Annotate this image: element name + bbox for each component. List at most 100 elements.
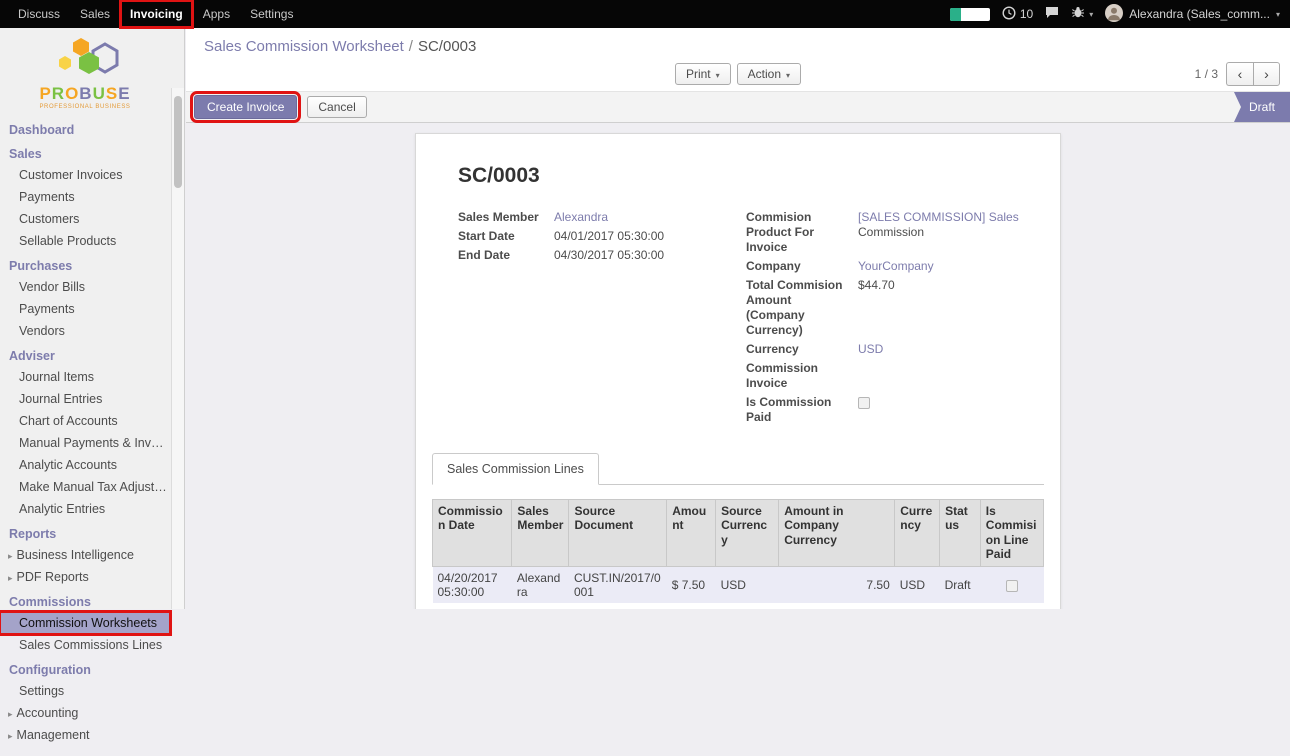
topbar-menu-apps[interactable]: Apps xyxy=(193,0,240,28)
table-row[interactable]: 04/20/2017 05:30:00AlexandraCUST.IN/2017… xyxy=(433,566,1044,603)
create-invoice-button[interactable]: Create Invoice xyxy=(194,95,297,119)
field-value[interactable]: [SALES COMMISSION] SalesCommission xyxy=(858,210,1019,240)
breadcrumb-parent[interactable]: Sales Commission Worksheet xyxy=(204,38,404,55)
sidebar-item-settings[interactable]: Settings xyxy=(0,680,170,702)
logo-text: PROBUSE xyxy=(0,85,170,102)
sidebar-item-label: Journal Entries xyxy=(19,392,102,406)
field-value: 04/01/2017 05:30:00 xyxy=(554,229,664,244)
field-value[interactable]: Alexandra xyxy=(554,210,608,225)
field-value[interactable]: USD xyxy=(858,342,883,357)
sidebar-item-journal-entries[interactable]: Journal Entries xyxy=(0,388,170,410)
sidebar-item-analytic-accounts[interactable]: Analytic Accounts xyxy=(0,454,170,476)
bug-icon xyxy=(1071,6,1085,22)
sidebar-item-label: Sellable Products xyxy=(19,234,116,248)
sidebar-section-commissions[interactable]: Commissions xyxy=(0,588,170,612)
tab-sales-commission-lines[interactable]: Sales Commission Lines xyxy=(432,453,599,485)
sidebar-section-configuration[interactable]: Configuration xyxy=(0,656,170,680)
checkbox-unchecked xyxy=(1006,580,1018,592)
sidebar-item-make-manual-tax-adjustme[interactable]: Make Manual Tax Adjustme... xyxy=(0,476,170,498)
print-button[interactable]: Print▾ xyxy=(675,63,731,85)
sidebar-item-journal-items[interactable]: Journal Items xyxy=(0,366,170,388)
col-is-commision-line-paid[interactable]: Is Commision Line Paid xyxy=(980,500,1043,567)
sidebar-item-sales-commissions-lines[interactable]: Sales Commissions Lines xyxy=(0,634,170,656)
topbar-menu-discuss[interactable]: Discuss xyxy=(8,0,70,28)
field-group-left: Sales MemberAlexandraStart Date04/01/201… xyxy=(458,210,746,429)
sidebar-scrollbar[interactable] xyxy=(171,88,184,609)
record-title: SC/0003 xyxy=(458,164,1044,188)
cell-member: Alexandra xyxy=(512,603,569,609)
sidebar-item-chart-of-accounts[interactable]: Chart of Accounts xyxy=(0,410,170,432)
sidebar-item-label: Management xyxy=(17,728,90,742)
systray: 10 ▾ Alexandra (Sales_comm... ▾ xyxy=(950,0,1290,28)
cancel-button[interactable]: Cancel xyxy=(307,96,366,118)
statusbar: Create Invoice Cancel Draft xyxy=(186,91,1290,123)
cell-doc: CUST.IN/2017/0001 xyxy=(569,566,667,603)
pager-prev-button[interactable]: ‹ xyxy=(1226,62,1253,86)
sidebar-item-label: Business Intelligence xyxy=(17,548,134,562)
sidebar-item-management[interactable]: ▸Management xyxy=(0,724,170,746)
field-value-text: $44.70 xyxy=(858,278,895,292)
messages-button[interactable] xyxy=(1045,6,1059,22)
cell-member: Alexandra xyxy=(512,566,569,603)
sidebar-item-manual-payments-invoice[interactable]: Manual Payments & Invoice... xyxy=(0,432,170,454)
col-status[interactable]: Status xyxy=(940,500,981,567)
sidebar-item-label: Vendor Bills xyxy=(19,280,85,294)
table-row[interactable]: 04/20/2017 05:30:00AlexandraINV/2017/000… xyxy=(433,603,1044,609)
col-currency[interactable]: Currency xyxy=(895,500,940,567)
sidebar-item-sellable-products[interactable]: Sellable Products xyxy=(0,230,170,252)
action-button[interactable]: Action▾ xyxy=(737,63,801,85)
sidebar-item-customer-invoices[interactable]: Customer Invoices xyxy=(0,164,170,186)
field-value-link[interactable]: [SALES COMMISSION] Sales xyxy=(858,210,1019,224)
user-menu[interactable]: Alexandra (Sales_comm... ▾ xyxy=(1105,4,1280,25)
sidebar-section-sales[interactable]: Sales xyxy=(0,140,170,164)
sidebar-item-business-intelligence[interactable]: ▸ Business Intelligence xyxy=(0,544,170,566)
activities-count: 10 xyxy=(1020,7,1033,21)
sidebar-item-payments[interactable]: Payments xyxy=(0,298,170,320)
sidebar-item-commission-worksheets[interactable]: Commission Worksheets xyxy=(0,612,170,634)
topbar-menu-settings[interactable]: Settings xyxy=(240,0,303,28)
sidebar: PROBUSE PROFESSIONAL BUSINESS DashboardS… xyxy=(0,28,185,609)
pager-next-button[interactable]: › xyxy=(1253,62,1280,86)
field-label: Commision Product For Invoice xyxy=(746,210,858,255)
print-label: Print xyxy=(686,67,711,81)
cell-amount: $ 7.50 xyxy=(667,566,716,603)
col-amount[interactable]: Amount xyxy=(667,500,716,567)
col-amount-in-company-currency[interactable]: Amount in Company Currency xyxy=(779,500,895,567)
col-commission-date[interactable]: Commission Date xyxy=(433,500,512,567)
activities-button[interactable]: 10 xyxy=(1002,6,1033,23)
field-label: Company xyxy=(746,259,858,274)
sidebar-section-reports[interactable]: Reports xyxy=(0,520,170,544)
cell-date: 04/20/2017 05:30:00 xyxy=(433,603,512,609)
field-start-date: Start Date04/01/2017 05:30:00 xyxy=(458,229,746,244)
field-value-link[interactable]: USD xyxy=(858,342,883,356)
sidebar-item-vendors[interactable]: Vendors xyxy=(0,320,170,342)
sidebar-item-analytic-entries[interactable]: Analytic Entries xyxy=(0,498,170,520)
col-sales-member[interactable]: Sales Member xyxy=(512,500,569,567)
field-value[interactable]: YourCompany xyxy=(858,259,934,274)
cell-status: Draft xyxy=(940,603,981,609)
cell-date: 04/20/2017 05:30:00 xyxy=(433,566,512,603)
field-value-link[interactable]: Alexandra xyxy=(554,210,608,224)
cell-amount: $ 18.60 xyxy=(667,603,716,609)
sidebar-section-adviser[interactable]: Adviser xyxy=(0,342,170,366)
topbar-menu-sales[interactable]: Sales xyxy=(70,0,120,28)
cell-doc: INV/2017/0004-SO008 xyxy=(569,603,667,609)
col-source-document[interactable]: Source Document xyxy=(569,500,667,567)
sidebar-item-pdf-reports[interactable]: ▸PDF Reports xyxy=(0,566,170,588)
topbar-menu-invoicing[interactable]: Invoicing xyxy=(120,0,193,28)
chat-bubble-icon xyxy=(1045,6,1059,22)
field-value-link[interactable]: YourCompany xyxy=(858,259,934,273)
sidebar-section-dashboard[interactable]: Dashboard xyxy=(0,116,170,140)
sidebar-item-accounting[interactable]: ▸Accounting xyxy=(0,702,170,724)
expand-arrow-icon: ▸ xyxy=(8,551,13,561)
col-source-currency[interactable]: Source Currency xyxy=(716,500,779,567)
sidebar-item-customers[interactable]: Customers xyxy=(0,208,170,230)
sidebar-item-payments[interactable]: Payments xyxy=(0,186,170,208)
sidebar-item-vendor-bills[interactable]: Vendor Bills xyxy=(0,276,170,298)
sidebar-section-purchases[interactable]: Purchases xyxy=(0,252,170,276)
sidebar-scrollbar-thumb[interactable] xyxy=(174,96,182,188)
table-body: 04/20/2017 05:30:00AlexandraCUST.IN/2017… xyxy=(433,566,1044,609)
debug-menu-button[interactable]: ▾ xyxy=(1071,6,1093,22)
sidebar-item-label: Customer Invoices xyxy=(19,168,123,182)
app-logo[interactable]: PROBUSE PROFESSIONAL BUSINESS xyxy=(0,28,184,114)
